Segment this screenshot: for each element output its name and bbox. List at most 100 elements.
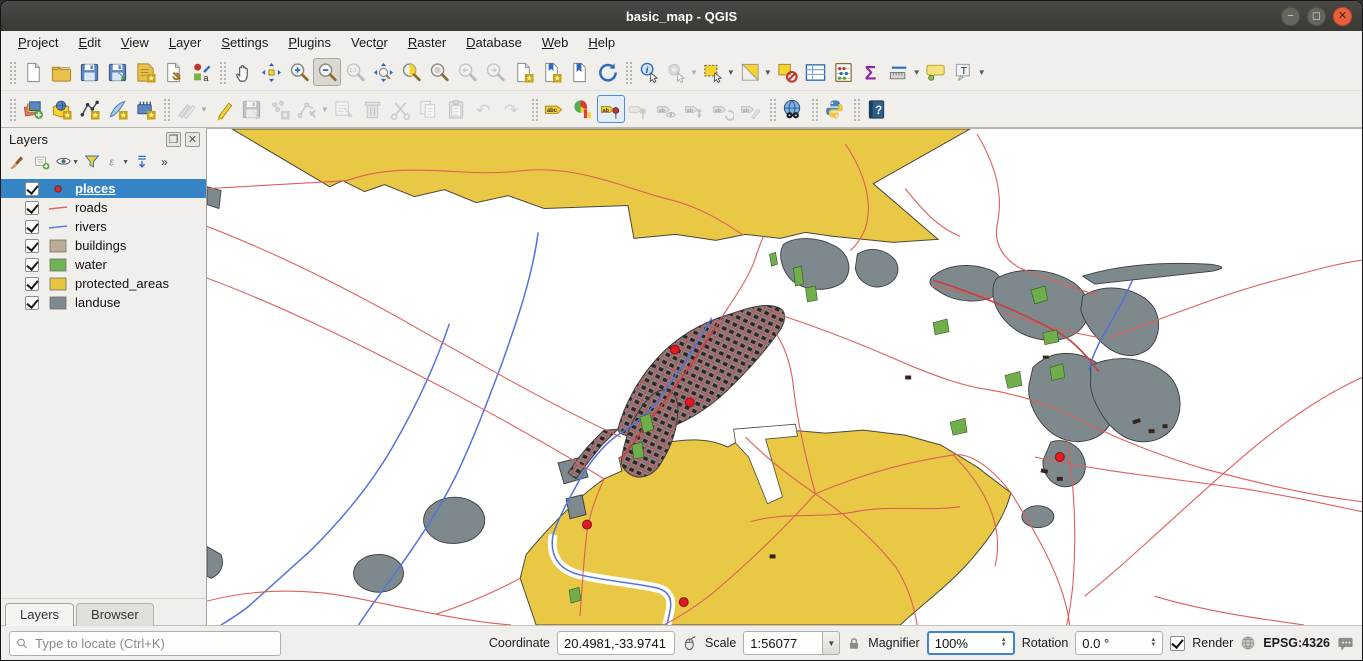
filter-expression-button[interactable]: ε▼ [105, 151, 129, 173]
layer-item-landuse[interactable]: landuse [1, 293, 206, 312]
coordinate-field[interactable]: 20.4981,-33.9741 [557, 631, 675, 655]
layer-item-places[interactable]: places [1, 179, 206, 198]
new-bookmark-button[interactable] [509, 58, 537, 86]
new-print-layout-button[interactable] [131, 58, 159, 86]
zoom-last-button[interactable] [453, 58, 481, 86]
menu-project[interactable]: Project [9, 33, 67, 52]
menu-help[interactable]: Help [579, 33, 624, 52]
menu-settings[interactable]: Settings [212, 33, 277, 52]
rotate-label-button[interactable]: ab [709, 95, 737, 123]
crs-status[interactable]: EPSG:4326 [1263, 636, 1330, 650]
menu-layer[interactable]: Layer [160, 33, 211, 52]
render-checkbox[interactable] [1170, 636, 1185, 651]
dropdown-arrow-icon[interactable]: ▼ [321, 105, 329, 114]
zoom-out-button[interactable] [313, 58, 341, 86]
refresh-button[interactable] [593, 58, 621, 86]
layer-item-roads[interactable]: roads [1, 198, 206, 217]
metasearch-button[interactable] [779, 95, 807, 123]
layer-item-protected_areas[interactable]: protected_areas [1, 274, 206, 293]
add-group-button[interactable] [30, 151, 54, 173]
statistics-button[interactable]: Σ [858, 58, 886, 86]
python-console-button[interactable] [821, 95, 849, 123]
zoom-native-button[interactable]: 1:1 [341, 58, 369, 86]
messages-icon[interactable] [1337, 635, 1354, 652]
locator-box[interactable] [9, 631, 281, 656]
scale-dropdown-button[interactable]: ▼ [823, 631, 840, 655]
open-layer-styling-button[interactable] [5, 151, 29, 173]
open-project-button[interactable] [47, 58, 75, 86]
save-project-as-button[interactable] [103, 58, 131, 86]
menu-edit[interactable]: Edit [69, 33, 109, 52]
show-hide-labels-button[interactable]: ab [653, 95, 681, 123]
layer-visibility-checkbox[interactable] [25, 277, 39, 291]
new-shapefile-layer-button[interactable] [75, 95, 103, 123]
layer-item-rivers[interactable]: rivers [1, 217, 206, 236]
run-feature-action-button[interactable]: ▼ [663, 58, 700, 86]
zoom-in-button[interactable] [285, 58, 313, 86]
toolbar-grip[interactable] [852, 97, 860, 121]
data-source-manager-button[interactable] [19, 95, 47, 123]
zoom-to-selection-button[interactable] [397, 58, 425, 86]
manage-map-themes-button[interactable]: ▼ [55, 151, 79, 173]
mouse-position-icon[interactable] [682, 635, 698, 651]
menu-view[interactable]: View [112, 33, 158, 52]
cut-features-button[interactable] [387, 95, 415, 123]
dropdown-arrow-icon[interactable]: ▼ [764, 68, 772, 77]
rotation-spin-buttons[interactable]: ▲▼ [1150, 638, 1156, 648]
layer-visibility-checkbox[interactable] [25, 239, 39, 253]
new-project-button[interactable] [19, 58, 47, 86]
layer-visibility-checkbox[interactable] [25, 201, 39, 215]
toolbar-grip[interactable] [624, 60, 632, 84]
deselect-all-button[interactable] [774, 58, 802, 86]
dock-tab-layers[interactable]: Layers [5, 603, 74, 626]
new-spatialite-layer-button[interactable] [103, 95, 131, 123]
dock-tab-browser[interactable]: Browser [76, 603, 154, 626]
lock-scale-icon[interactable] [847, 636, 861, 651]
toolbar-grip[interactable] [162, 97, 170, 121]
new-virtual-layer-button[interactable] [131, 95, 159, 123]
measure-button[interactable]: ▼ [886, 58, 923, 86]
layer-visibility-checkbox[interactable] [25, 258, 39, 272]
expand-collapse-button[interactable] [130, 151, 154, 173]
delete-selected-button[interactable] [359, 95, 387, 123]
undo-button[interactable]: ↶ [471, 95, 499, 123]
map-tips-button[interactable] [923, 58, 951, 86]
copy-features-button[interactable] [415, 95, 443, 123]
magnifier-spin-buttons[interactable]: ▲▼ [1001, 638, 1007, 648]
pan-map-button[interactable] [229, 58, 257, 86]
toolbar-grip[interactable] [768, 97, 776, 121]
panel-toolbar-overflow[interactable]: » [161, 155, 168, 169]
dropdown-arrow-icon[interactable]: ▼ [690, 68, 698, 77]
float-panel-icon[interactable]: ❐ [166, 132, 181, 147]
crs-icon[interactable] [1240, 635, 1256, 651]
paste-features-button[interactable] [443, 95, 471, 123]
text-annotation-button[interactable]: T▼ [951, 58, 988, 86]
toggle-editing-button[interactable] [210, 95, 238, 123]
dropdown-arrow-icon[interactable]: ▼ [727, 68, 735, 77]
field-calculator-button[interactable] [830, 58, 858, 86]
select-by-value-button[interactable]: ▼ [737, 58, 774, 86]
locator-input[interactable] [33, 635, 274, 652]
layer-visibility-checkbox[interactable] [25, 182, 39, 196]
modify-attributes-button[interactable] [331, 95, 359, 123]
current-edits-button[interactable]: ▼ [173, 95, 210, 123]
filter-legend-button[interactable] [80, 151, 104, 173]
scale-combo[interactable]: 1:56077 [743, 631, 823, 655]
layer-item-buildings[interactable]: buildings [1, 236, 206, 255]
select-features-button[interactable]: ▼ [700, 58, 737, 86]
save-layer-edits-button[interactable] [238, 95, 266, 123]
toolbar-grip[interactable] [218, 60, 226, 84]
zoom-to-layer-button[interactable] [425, 58, 453, 86]
redo-button[interactable]: ↷ [499, 95, 527, 123]
labeling-options-button[interactable]: abc [541, 95, 569, 123]
save-project-button[interactable] [75, 58, 103, 86]
identify-features-button[interactable]: i [635, 58, 663, 86]
style-manager-button[interactable]: a [187, 58, 215, 86]
highlight-pinned-button[interactable] [625, 95, 653, 123]
layer-visibility-checkbox[interactable] [25, 220, 39, 234]
toolbar-grip[interactable] [8, 97, 16, 121]
show-bookmarks-button[interactable] [537, 58, 565, 86]
dropdown-arrow-icon[interactable]: ▼ [200, 105, 208, 114]
layout-manager-button[interactable] [159, 58, 187, 86]
rotation-spinbox[interactable]: 0.0 ° ▲▼ [1075, 631, 1163, 655]
